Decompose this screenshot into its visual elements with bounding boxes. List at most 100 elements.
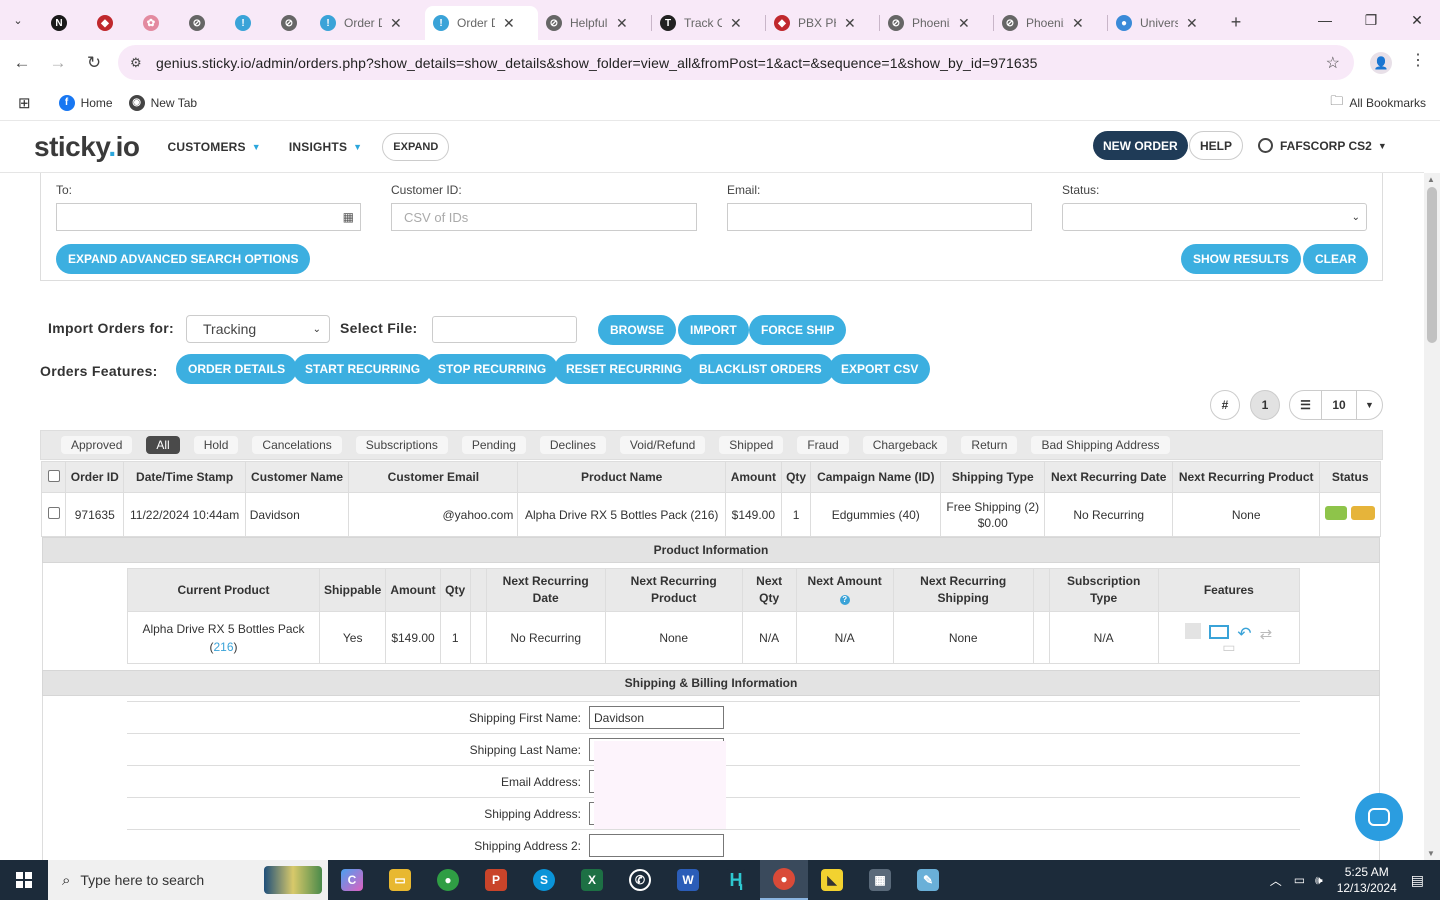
chat-launcher-button[interactable] bbox=[1355, 793, 1403, 841]
blacklist-orders-button[interactable]: BLACKLIST ORDERS bbox=[687, 354, 834, 384]
bookmark-star-icon[interactable]: ☆ bbox=[1326, 53, 1340, 73]
col-customer-email[interactable]: Customer Email bbox=[348, 461, 519, 493]
browser-tab[interactable]: ! bbox=[220, 6, 266, 40]
swap-arrows-icon[interactable]: ⇄ bbox=[1260, 626, 1273, 643]
customer-id-input[interactable]: CSV of IDs bbox=[391, 203, 697, 231]
order-details-button[interactable]: ORDER DETAILS bbox=[176, 354, 298, 384]
browser-tab[interactable]: T Track O ✕ bbox=[652, 6, 765, 40]
notifications-icon[interactable]: ▤ bbox=[1411, 872, 1424, 889]
account-menu[interactable]: FAFSCORP CS2 ▼ bbox=[1258, 138, 1387, 153]
apps-grid-icon[interactable]: ⊞ bbox=[18, 94, 31, 112]
col-campaign[interactable]: Campaign Name (ID) bbox=[810, 461, 942, 493]
calendar-icon[interactable]: ▦ bbox=[343, 210, 354, 224]
whatsapp-icon[interactable]: ✆ bbox=[616, 860, 664, 900]
browse-button[interactable]: BROWSE bbox=[598, 315, 676, 345]
bookmark-home[interactable]: f Home bbox=[58, 94, 113, 111]
col-customer-name[interactable]: Customer Name bbox=[244, 461, 350, 493]
jump-to-page-button[interactable]: # bbox=[1210, 390, 1240, 420]
filter-chip[interactable]: Fraud bbox=[797, 436, 849, 454]
file-input[interactable] bbox=[432, 316, 577, 343]
tab-close-icon[interactable]: ✕ bbox=[958, 15, 970, 32]
select-all-checkbox-cell[interactable] bbox=[41, 461, 66, 493]
reset-recurring-button[interactable]: RESET RECURRING bbox=[554, 354, 695, 384]
browser-tab[interactable]: ⊘ bbox=[266, 6, 312, 40]
browser-tab[interactable]: ◆ bbox=[82, 6, 128, 40]
taskbar-search[interactable]: ⌕ Type here to search bbox=[48, 860, 328, 900]
bookmark-new-tab[interactable]: ◉ New Tab bbox=[128, 94, 197, 111]
blank-square-icon[interactable] bbox=[1185, 622, 1202, 639]
chrome-active-icon[interactable]: ● bbox=[760, 860, 808, 900]
sticky-logo[interactable]: sticky.io bbox=[34, 131, 140, 163]
filter-chip[interactable]: Bad Shipping Address bbox=[1031, 436, 1170, 454]
restore-icon[interactable]: ❐ bbox=[1348, 0, 1394, 40]
email-input[interactable] bbox=[727, 203, 1032, 231]
shipping-field-input[interactable]: Davidson bbox=[589, 706, 724, 729]
scroll-up-icon[interactable]: ▲ bbox=[1427, 175, 1435, 184]
chrome-icon[interactable]: ● bbox=[424, 860, 472, 900]
export-csv-button[interactable]: EXPORT CSV bbox=[829, 354, 931, 384]
filter-chip[interactable]: All bbox=[146, 436, 180, 454]
network-icon[interactable]: ▭ bbox=[1294, 873, 1305, 887]
tab-close-icon[interactable]: ✕ bbox=[390, 15, 402, 32]
app-h-icon[interactable]: Ⱨ bbox=[712, 860, 760, 900]
shipping-field-input[interactable] bbox=[589, 834, 724, 857]
col-product-name[interactable]: Product Name bbox=[517, 461, 726, 493]
filter-chip[interactable]: Pending bbox=[461, 436, 526, 454]
clear-button[interactable]: CLEAR bbox=[1303, 244, 1369, 274]
scroll-down-icon[interactable]: ▼ bbox=[1427, 849, 1435, 858]
vertical-scrollbar[interactable]: ▲ ▼ bbox=[1424, 173, 1440, 860]
per-page-select[interactable]: ☰ 10 ▼ bbox=[1289, 390, 1383, 420]
word-icon[interactable]: W bbox=[664, 860, 712, 900]
tab-close-icon[interactable]: ✕ bbox=[1186, 15, 1198, 32]
expand-button[interactable]: EXPAND bbox=[382, 132, 450, 161]
browser-tab[interactable]: ⊘ Phoenix ✕ bbox=[994, 6, 1107, 40]
row-checkbox-cell[interactable] bbox=[41, 492, 66, 537]
browser-tab[interactable]: ! Order D ✕ bbox=[425, 6, 538, 40]
filter-chip[interactable]: Approved bbox=[61, 436, 133, 454]
import-button[interactable]: IMPORT bbox=[678, 315, 749, 345]
excel-icon[interactable]: X bbox=[568, 860, 616, 900]
show-results-button[interactable]: SHOW RESULTS bbox=[1181, 244, 1301, 274]
tab-close-icon[interactable]: ✕ bbox=[1072, 15, 1084, 32]
tab-close-icon[interactable]: ✕ bbox=[616, 15, 628, 32]
force-ship-button[interactable]: FORCE SHIP bbox=[749, 315, 847, 345]
reload-icon[interactable]: ↻ bbox=[76, 53, 112, 73]
row-checkbox[interactable] bbox=[47, 507, 60, 519]
all-bookmarks[interactable]: 🗀 All Bookmarks bbox=[1330, 92, 1426, 114]
forward-icon[interactable]: → bbox=[40, 53, 76, 73]
minimize-icon[interactable]: — bbox=[1302, 0, 1348, 40]
stop-recurring-button[interactable]: STOP RECURRING bbox=[426, 354, 559, 384]
help-button[interactable]: HELP bbox=[1189, 131, 1244, 160]
tab-search-chevron-icon[interactable]: ⌄ bbox=[0, 0, 36, 40]
browser-tab[interactable]: ! Order D ✕ bbox=[312, 6, 425, 40]
url-bar[interactable]: ⚙ genius.sticky.io/admin/orders.php?show… bbox=[118, 45, 1354, 80]
scrollbar-thumb[interactable] bbox=[1427, 187, 1437, 343]
browser-tab[interactable]: N bbox=[36, 6, 82, 40]
customer-name-link[interactable]: Davidson bbox=[244, 492, 350, 537]
start-recurring-button[interactable]: START RECURRING bbox=[293, 354, 433, 384]
back-icon[interactable]: ← bbox=[4, 53, 40, 73]
status-select[interactable]: ⌄ bbox=[1062, 203, 1367, 231]
new-tab-button[interactable]: + bbox=[1221, 12, 1251, 33]
product-id-link[interactable]: 216 bbox=[213, 640, 233, 654]
nav-insights[interactable]: INSIGHTS ▼ bbox=[289, 140, 362, 154]
col-next-recurring-date[interactable]: Next Recurring Date bbox=[1044, 461, 1173, 493]
filter-chip[interactable]: Subscriptions bbox=[355, 436, 448, 454]
current-page-button[interactable]: 1 bbox=[1250, 390, 1280, 420]
filter-chip[interactable]: Shipped bbox=[719, 436, 784, 454]
url-text[interactable]: genius.sticky.io/admin/orders.php?show_d… bbox=[156, 55, 1038, 71]
new-order-button[interactable]: NEW ORDER bbox=[1093, 131, 1188, 160]
browser-menu-icon[interactable]: ⋮ bbox=[1410, 50, 1426, 70]
taskbar-clock[interactable]: 5:25 AM 12/13/2024 bbox=[1337, 864, 1397, 896]
skype-icon[interactable]: S bbox=[520, 860, 568, 900]
powerpoint-icon[interactable]: P bbox=[472, 860, 520, 900]
filter-chip[interactable]: Declines bbox=[539, 436, 606, 454]
expand-advanced-search-button[interactable]: EXPAND ADVANCED SEARCH OPTIONS bbox=[56, 244, 311, 274]
chevron-up-icon[interactable]: ︿ bbox=[1270, 872, 1282, 889]
tab-close-icon[interactable]: ✕ bbox=[730, 15, 742, 32]
calculator-icon[interactable]: ▦ bbox=[856, 860, 904, 900]
import-type-select[interactable]: Tracking ⌄ bbox=[186, 315, 330, 343]
select-all-checkbox[interactable] bbox=[47, 469, 60, 482]
money-refund-icon[interactable] bbox=[1209, 624, 1230, 639]
profile-avatar-icon[interactable]: 👤 bbox=[1370, 52, 1392, 74]
